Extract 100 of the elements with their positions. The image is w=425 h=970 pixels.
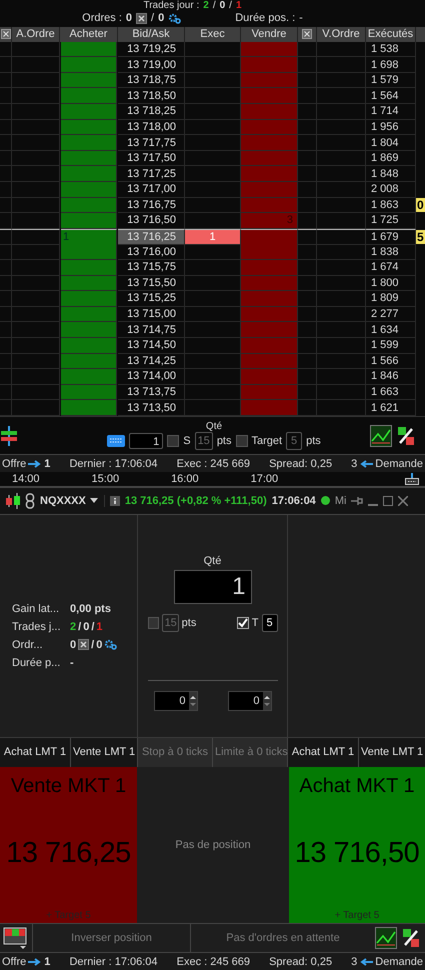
price-cell[interactable]: 13 718,25 [118, 104, 185, 120]
chart-icon[interactable] [375, 926, 397, 949]
price-cell[interactable]: 13 714,00 [118, 369, 185, 385]
buy-cell[interactable] [61, 306, 117, 322]
target-field[interactable]: 5 [262, 614, 278, 632]
ladder-cell[interactable] [12, 88, 60, 104]
buy-cell[interactable] [61, 338, 117, 354]
sell-cell[interactable] [241, 198, 298, 214]
ladder-cell[interactable] [0, 213, 12, 229]
limit-order-button[interactable]: Vente LMT 1 [71, 738, 138, 767]
ladder-cell[interactable] [12, 384, 60, 400]
info-icon[interactable] [110, 496, 120, 506]
ladder-cell[interactable] [0, 120, 12, 136]
ladder-cell[interactable] [298, 291, 317, 307]
column-header[interactable]: V.Ordre [317, 26, 366, 42]
ladder-cell[interactable] [0, 182, 12, 198]
ladder-cell[interactable] [0, 166, 12, 182]
caret-icon[interactable] [90, 498, 98, 504]
ladder-cell[interactable] [317, 198, 366, 214]
price-cell[interactable]: 13 715,50 [118, 276, 185, 292]
ladder-cell[interactable] [12, 150, 60, 166]
pin-icon[interactable] [351, 496, 364, 506]
price-cell[interactable]: 13 715,25 [118, 291, 185, 307]
ladder-cell[interactable] [298, 400, 317, 416]
buy-cell[interactable] [61, 260, 117, 276]
ladder-cell[interactable] [298, 306, 317, 322]
ladder-cell[interactable] [12, 400, 60, 416]
ladder-cell[interactable] [317, 57, 366, 73]
sell-cell[interactable] [241, 276, 298, 292]
buy-cell[interactable] [61, 244, 117, 260]
target-checkbox[interactable] [236, 435, 248, 448]
sell-cell[interactable] [241, 369, 298, 385]
ladder-cell[interactable] [298, 322, 317, 338]
sell-cell[interactable] [241, 166, 298, 182]
sell-cell[interactable] [241, 384, 298, 400]
close-icon[interactable] [398, 496, 408, 506]
ladder-cell[interactable] [298, 42, 317, 58]
ladder-cell[interactable] [298, 104, 317, 120]
ladder-cell[interactable] [12, 369, 60, 385]
symbol-dropdown[interactable]: NQXXXX [40, 494, 105, 507]
ladder-cell[interactable] [12, 135, 60, 151]
link-icon[interactable] [25, 492, 35, 509]
price-cell[interactable]: 13 717,25 [118, 166, 185, 182]
price-cell[interactable]: 13 718,00 [118, 120, 185, 136]
ladder-cell[interactable] [0, 42, 12, 58]
ladder-cell[interactable] [0, 244, 12, 260]
offset-spinner[interactable]: 0 [228, 690, 272, 711]
ladder-cell[interactable] [317, 291, 366, 307]
sell-cell[interactable] [241, 150, 298, 166]
ladder-cell[interactable] [317, 213, 366, 229]
ladder-cell[interactable] [317, 260, 366, 276]
candlestick-icon[interactable] [6, 492, 20, 509]
ladder-cell[interactable] [298, 260, 317, 276]
ladder-cell[interactable] [12, 213, 60, 229]
keyboard-icon[interactable] [107, 435, 126, 448]
ladder-cell[interactable] [317, 166, 366, 182]
ladder-cell[interactable] [0, 276, 12, 292]
grid-layout-icon[interactable] [3, 926, 29, 949]
ladder-cell[interactable] [298, 135, 317, 151]
limit-order-button[interactable]: Vente LMT 1 [359, 738, 425, 767]
sell-cell[interactable] [241, 104, 298, 120]
settings-icon[interactable] [168, 12, 182, 24]
ladder-cell[interactable] [12, 338, 60, 354]
price-cell[interactable]: 13 715,00 [118, 306, 185, 322]
buy-cell[interactable] [61, 369, 117, 385]
ladder-cell[interactable] [12, 291, 60, 307]
price-cell[interactable]: 13 714,50 [118, 338, 185, 354]
ladder-cell[interactable] [298, 244, 317, 260]
sell-cell[interactable] [241, 244, 298, 260]
sell-cell[interactable] [241, 72, 298, 88]
buy-cell[interactable] [61, 104, 117, 120]
ladder-cell[interactable] [298, 198, 317, 214]
ladder-cell[interactable] [317, 276, 366, 292]
tools-icon[interactable] [401, 926, 421, 949]
buy-cell[interactable] [61, 276, 117, 292]
ladder-cell[interactable] [298, 182, 317, 198]
sell-cell[interactable] [241, 88, 298, 104]
ladder-cell[interactable] [317, 72, 366, 88]
ladder-cell[interactable] [298, 57, 317, 73]
buy-cell[interactable] [61, 72, 117, 88]
ladder-cell[interactable] [12, 42, 60, 58]
cancel-orders-icon[interactable] [78, 639, 90, 650]
ladder-cell[interactable] [0, 88, 12, 104]
price-cell[interactable]: 13 718,75 [118, 72, 185, 88]
price-cell[interactable]: 13 717,75 [118, 135, 185, 151]
offset-spinner[interactable]: 0 [154, 690, 198, 711]
buy-cell[interactable] [61, 291, 117, 307]
ladder-center-icon[interactable] [0, 424, 18, 447]
ladder-cell[interactable] [12, 120, 60, 136]
price-cell[interactable]: 13 719,25 [118, 42, 185, 58]
ladder-cell[interactable] [298, 166, 317, 182]
ladder-cell[interactable] [298, 120, 317, 136]
sell-cell[interactable] [241, 400, 298, 416]
ladder-cell[interactable] [317, 384, 366, 400]
ladder-cell[interactable] [12, 276, 60, 292]
ladder-cell[interactable] [298, 384, 317, 400]
quantity-field[interactable]: 1 [129, 433, 164, 450]
sell-cell[interactable] [241, 260, 298, 276]
ladder-cell[interactable] [317, 306, 366, 322]
buy-cell[interactable] [61, 120, 117, 136]
